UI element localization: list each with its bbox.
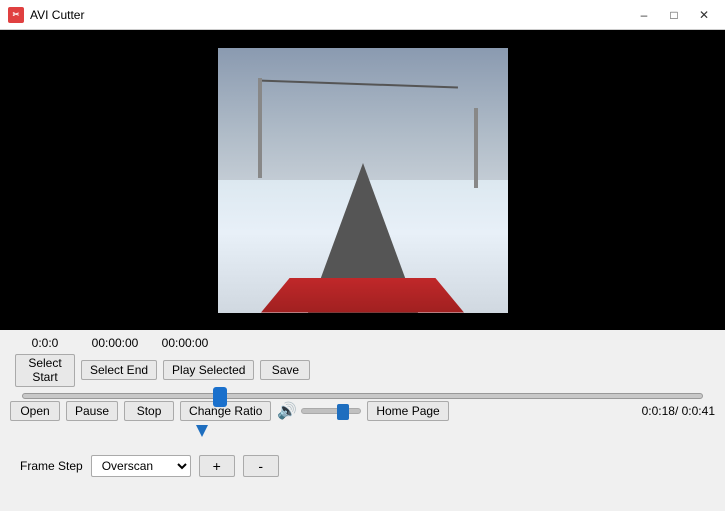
video-area <box>0 30 725 330</box>
minus-button[interactable]: - <box>243 455 279 477</box>
pole-left <box>258 78 262 178</box>
time-row: 0:0:0 00:00:00 00:00:00 <box>10 336 715 350</box>
window-controls: – □ ✕ <box>631 5 717 25</box>
time-display-1: 0:0:0 <box>15 336 75 350</box>
volume-slider-thumb[interactable] <box>337 404 349 420</box>
stop-button[interactable]: Stop <box>124 401 174 421</box>
title-bar: ✂ AVI Cutter – □ ✕ <box>0 0 725 30</box>
position-arrow <box>196 425 208 437</box>
pause-button[interactable]: Pause <box>66 401 118 421</box>
maximize-button[interactable]: □ <box>661 5 687 25</box>
frame-step-label: Frame Step <box>20 459 83 473</box>
main-slider-track[interactable] <box>22 393 703 399</box>
volume-section: 🔊 <box>277 401 361 421</box>
button-row-2: Open Pause Stop Change Ratio 🔊 Home Page… <box>10 401 715 421</box>
time-display-3: 00:00:00 <box>155 336 215 350</box>
app-icon: ✂ <box>8 7 24 23</box>
app-title: AVI Cutter <box>30 8 631 22</box>
time-counter: 0:0:18/ 0:0:41 <box>615 404 715 418</box>
position-row <box>10 425 715 445</box>
volume-icon: 🔊 <box>277 401 297 421</box>
home-page-button[interactable]: Home Page <box>367 401 448 421</box>
plus-button[interactable]: + <box>199 455 235 477</box>
button-row-1: SelectStart Select End Play Selected Sav… <box>10 354 715 387</box>
open-button[interactable]: Open <box>10 401 60 421</box>
time-display-2: 00:00:00 <box>85 336 145 350</box>
minimize-button[interactable]: – <box>631 5 657 25</box>
close-button[interactable]: ✕ <box>691 5 717 25</box>
volume-slider-track[interactable] <box>301 408 361 414</box>
main-slider-thumb[interactable] <box>213 387 227 407</box>
overscan-dropdown[interactable]: Overscan Fit Stretch <box>91 455 191 477</box>
position-marker <box>30 425 695 445</box>
select-end-button[interactable]: Select End <box>81 360 157 380</box>
select-start-button[interactable]: SelectStart <box>15 354 75 387</box>
controls-area: 0:0:0 00:00:00 00:00:00 SelectStart Sele… <box>0 330 725 485</box>
save-button[interactable]: Save <box>260 360 310 380</box>
play-selected-button[interactable]: Play Selected <box>163 360 254 380</box>
bottom-row: Frame Step Overscan Fit Stretch + - <box>10 451 715 481</box>
pole-right <box>474 108 478 188</box>
video-frame <box>218 48 508 313</box>
app-icon-symbol: ✂ <box>13 10 20 19</box>
main-slider-row <box>10 393 715 399</box>
